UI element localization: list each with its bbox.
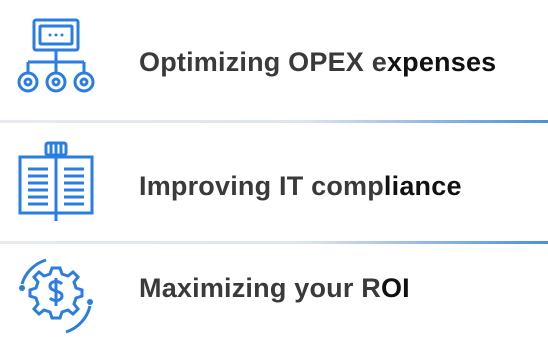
list-item-opex: Optimizing OPEX expenses (0, 0, 548, 120)
list-item-roi: Maximizing your ROI (0, 244, 548, 334)
law-book-icon (14, 139, 98, 223)
item-label: Maximizing your ROI (139, 273, 410, 303)
item-label: Optimizing OPEX expenses (139, 47, 497, 77)
list-item-compliance: Improving IT compliance (0, 123, 548, 241)
network-computer-icon (14, 14, 98, 98)
money-gear-cycle-icon (14, 254, 98, 338)
item-label: Improving IT compliance (139, 171, 462, 201)
